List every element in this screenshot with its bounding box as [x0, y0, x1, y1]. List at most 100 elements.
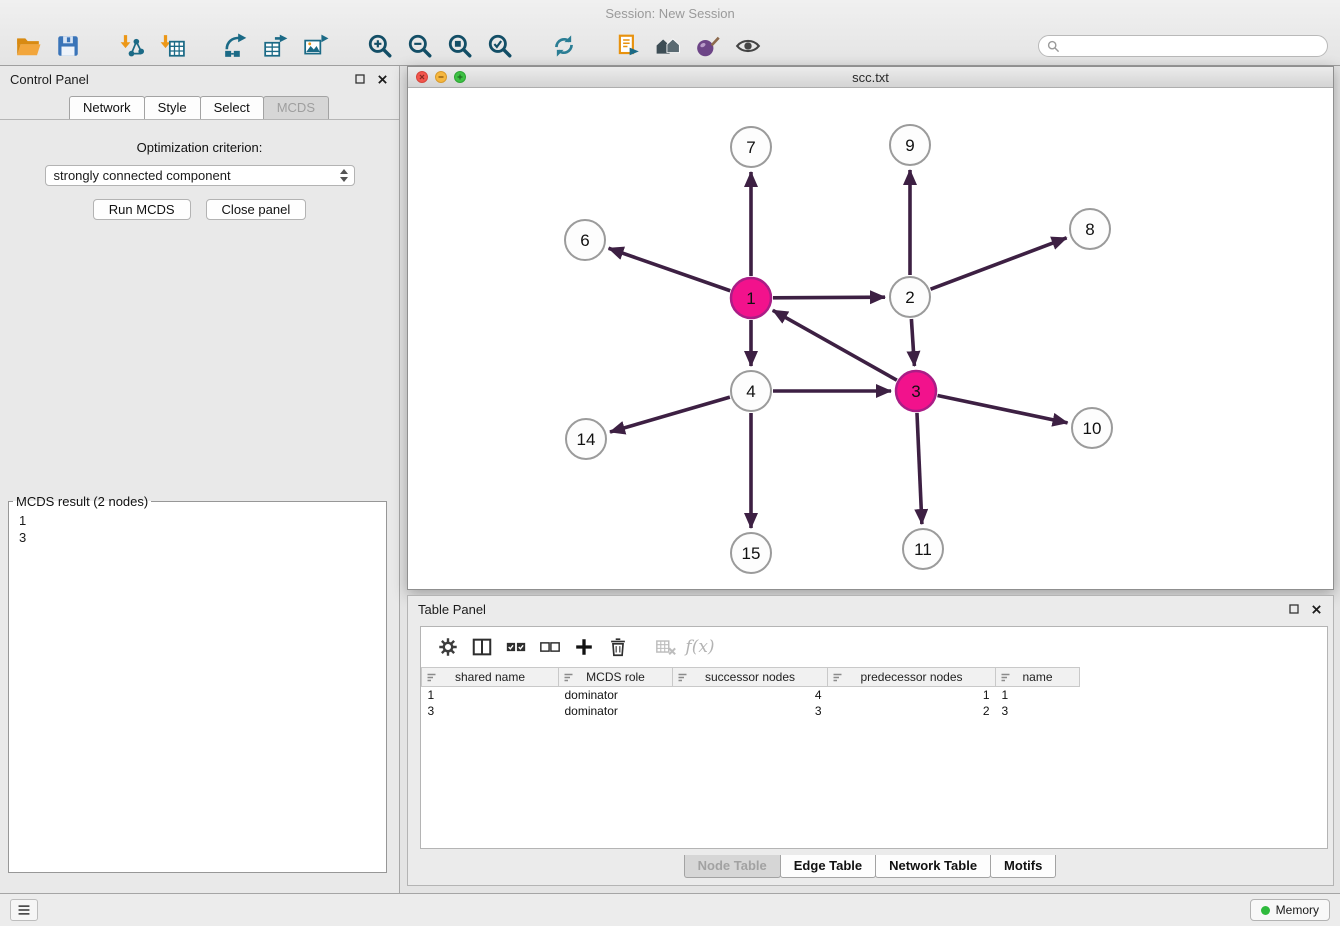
open-session-icon[interactable]: [8, 30, 48, 62]
node-1[interactable]: 1: [731, 278, 771, 318]
cell-name[interactable]: 1: [996, 687, 1080, 703]
save-session-icon[interactable]: [48, 30, 88, 62]
tab-node-table[interactable]: Node Table: [684, 855, 781, 878]
add-row-icon[interactable]: [567, 632, 601, 662]
node-table-container: f(x) shared name MCDS role successor nodes…: [420, 626, 1328, 849]
tab-style[interactable]: Style: [144, 96, 201, 119]
export-network-icon[interactable]: [216, 30, 256, 62]
node-7[interactable]: 7: [731, 127, 771, 167]
tab-motifs[interactable]: Motifs: [990, 855, 1056, 878]
node-label: 14: [577, 430, 596, 449]
cell-predecessor-nodes[interactable]: 2: [828, 703, 996, 719]
close-table-panel-icon[interactable]: [1309, 602, 1323, 616]
duplicate-network-icon[interactable]: [608, 30, 648, 62]
control-panel-header: Control Panel: [0, 66, 399, 92]
node-11[interactable]: 11: [903, 529, 943, 569]
table-row[interactable]: 1dominator411: [422, 687, 1328, 703]
column-label: predecessor nodes: [860, 670, 962, 684]
import-network-icon[interactable]: [112, 30, 152, 62]
node-3[interactable]: 3: [896, 371, 936, 411]
zoom-in-icon[interactable]: [360, 30, 400, 62]
float-panel-icon[interactable]: [353, 72, 367, 86]
tab-mcds[interactable]: MCDS: [263, 96, 329, 119]
select-all-icon[interactable]: [499, 632, 533, 662]
node-9[interactable]: 9: [890, 125, 930, 165]
edge-4-14[interactable]: [610, 397, 730, 432]
node-14[interactable]: 14: [566, 419, 606, 459]
column-header-mcds-role[interactable]: MCDS role: [559, 668, 673, 687]
edge-1-2[interactable]: [773, 297, 885, 298]
import-table-icon[interactable]: [152, 30, 192, 62]
tab-network[interactable]: Network: [69, 96, 145, 119]
table-row[interactable]: 3dominator323: [422, 703, 1328, 719]
window-titlebar[interactable]: Session: New Session: [0, 0, 1340, 27]
close-panel-icon[interactable]: [375, 72, 389, 86]
search-input[interactable]: [1066, 38, 1319, 54]
node-4[interactable]: 4: [731, 371, 771, 411]
cell-successor-nodes[interactable]: 4: [673, 687, 828, 703]
node-10[interactable]: 10: [1072, 408, 1112, 448]
refresh-icon[interactable]: [544, 30, 584, 62]
node-8[interactable]: 8: [1070, 209, 1110, 249]
network-window-titlebar[interactable]: scc.txt: [408, 67, 1333, 88]
zoom-out-icon[interactable]: [400, 30, 440, 62]
cell-shared-name[interactable]: 3: [422, 703, 559, 719]
edge-3-10[interactable]: [938, 396, 1068, 423]
column-type-icon: [1000, 672, 1011, 686]
network-canvas[interactable]: 7 9 6 8 1 2 4 3 14 10 15 11: [408, 88, 1333, 589]
cell-predecessor-nodes[interactable]: 1: [828, 687, 996, 703]
column-header-successor-nodes[interactable]: successor nodes: [673, 668, 828, 687]
export-image-icon[interactable]: [296, 30, 336, 62]
column-label: MCDS role: [586, 670, 645, 684]
node-label: 15: [742, 544, 761, 563]
delete-table-icon[interactable]: [649, 632, 683, 662]
memory-button[interactable]: Memory: [1250, 899, 1330, 921]
network-view-window: scc.txt 7 9 6 8 1 2 4 3 14 10 15 11: [407, 66, 1334, 590]
zoom-selected-icon[interactable]: [480, 30, 520, 62]
function-builder-icon[interactable]: f(x): [683, 632, 717, 662]
run-mcds-button[interactable]: Run MCDS: [93, 199, 191, 220]
tab-edge-table[interactable]: Edge Table: [780, 855, 876, 878]
column-header-shared-name[interactable]: shared name: [422, 668, 559, 687]
export-table-icon[interactable]: [256, 30, 296, 62]
mcds-result-list[interactable]: 13: [9, 511, 386, 547]
eye-icon[interactable]: [728, 30, 768, 62]
node-table: shared name MCDS role successor nodes prede…: [421, 667, 1327, 719]
control-panel-title: Control Panel: [10, 72, 353, 87]
edge-2-3[interactable]: [911, 319, 914, 366]
zoom-fit-icon[interactable]: [440, 30, 480, 62]
style-brush-icon[interactable]: [688, 30, 728, 62]
show-columns-icon[interactable]: [465, 632, 499, 662]
close-panel-button[interactable]: Close panel: [206, 199, 307, 220]
cell-successor-nodes[interactable]: 3: [673, 703, 828, 719]
table-panel-tabs: Node TableEdge TableNetwork TableMotifs: [408, 855, 1333, 878]
cell-mcds-role[interactable]: dominator: [559, 703, 673, 719]
column-label: successor nodes: [705, 670, 795, 684]
edge-1-6[interactable]: [609, 248, 731, 290]
tab-network-table[interactable]: Network Table: [875, 855, 991, 878]
node-6[interactable]: 6: [565, 220, 605, 260]
delete-row-icon[interactable]: [601, 632, 635, 662]
unselect-all-icon[interactable]: [533, 632, 567, 662]
column-type-icon: [677, 672, 688, 686]
tab-select[interactable]: Select: [200, 96, 264, 119]
edge-2-8[interactable]: [931, 238, 1067, 289]
dropdown-stepper-icon: [339, 168, 349, 183]
edge-3-1[interactable]: [773, 310, 897, 380]
home-icon[interactable]: [648, 30, 688, 62]
cell-name[interactable]: 3: [996, 703, 1080, 719]
node-label: 6: [580, 231, 589, 250]
node-2[interactable]: 2: [890, 277, 930, 317]
node-15[interactable]: 15: [731, 533, 771, 573]
edge-3-11[interactable]: [917, 413, 922, 524]
optimization-dropdown[interactable]: strongly connected component: [45, 165, 355, 186]
cell-mcds-role[interactable]: dominator: [559, 687, 673, 703]
panel-menu-icon[interactable]: [10, 899, 38, 921]
table-settings-icon[interactable]: [431, 632, 465, 662]
column-header-name[interactable]: name: [996, 668, 1080, 687]
column-header-predecessor-nodes[interactable]: predecessor nodes: [828, 668, 996, 687]
cell-shared-name[interactable]: 1: [422, 687, 559, 703]
status-bar: Memory: [0, 893, 1340, 926]
search-box[interactable]: [1038, 35, 1328, 57]
float-table-panel-icon[interactable]: [1287, 602, 1301, 616]
